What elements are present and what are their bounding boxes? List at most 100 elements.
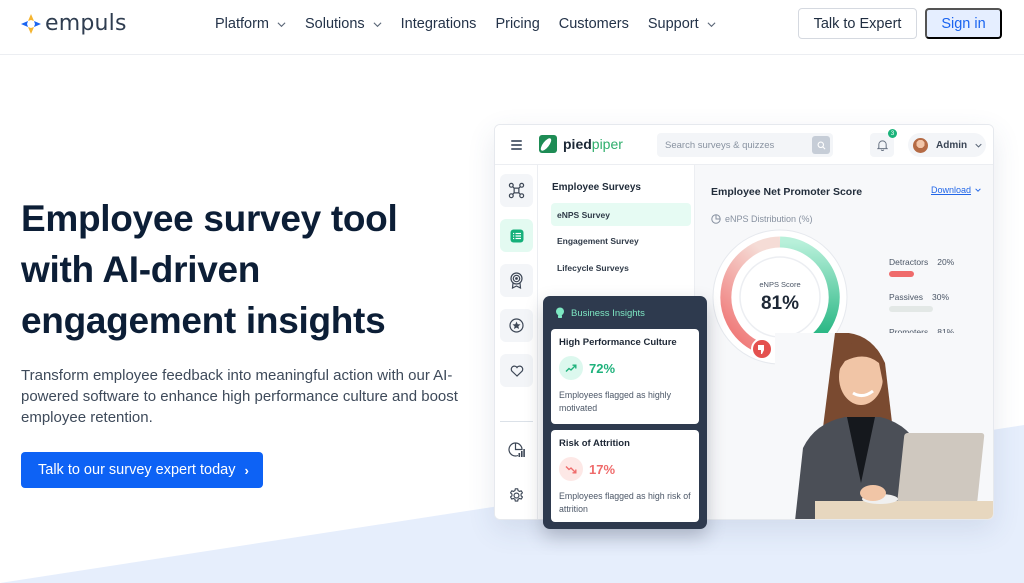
chevron-right-icon: › <box>244 462 249 478</box>
chevron-down-icon <box>975 143 982 148</box>
insight-description: Employees flagged as highly motivated <box>559 390 671 413</box>
brand-name: empuls <box>45 11 127 36</box>
rail-analytics[interactable] <box>500 433 533 466</box>
analytics-icon <box>508 442 525 457</box>
bar-name: Detractors <box>889 257 929 267</box>
search-icon <box>817 141 825 149</box>
rail-settings[interactable] <box>500 479 533 512</box>
nav-label: Integrations <box>400 16 477 32</box>
cta-label: Talk to our survey expert today <box>38 462 236 478</box>
brand-logo[interactable]: empuls <box>20 11 127 36</box>
business-insights-card: Business Insights High Performance Cultu… <box>543 296 707 529</box>
heart-icon <box>510 365 523 377</box>
diamond-compass-icon <box>21 13 41 34</box>
nav-platform[interactable]: Platform <box>215 16 286 32</box>
insight-value: 17% <box>589 462 616 477</box>
nav-support[interactable]: Support <box>648 16 716 32</box>
chevron-down-icon <box>707 21 716 27</box>
insights-header: Business Insights <box>555 307 645 319</box>
hero-title-line: Employee survey tool <box>21 198 398 239</box>
bar-value: 30% <box>932 292 950 302</box>
chevron-down-icon <box>975 188 981 192</box>
enps-panel: Employee Net Promoter Score Download eNP… <box>695 165 993 519</box>
rail-divider <box>500 421 533 422</box>
nav-customers[interactable]: Customers <box>559 16 629 32</box>
nav-label: Solutions <box>305 16 365 32</box>
user-menu[interactable]: Admin <box>908 133 986 157</box>
nav-label: Support <box>647 16 699 32</box>
employee-photo <box>775 333 993 519</box>
bell-icon <box>876 140 888 151</box>
star-badge-icon <box>509 318 524 333</box>
user-name: Admin <box>936 139 968 151</box>
survey-list-icon <box>510 229 523 242</box>
insight-title: High Performance Culture <box>559 337 677 348</box>
insight-value: 72% <box>589 361 616 376</box>
chevron-down-icon <box>277 21 286 27</box>
download-button[interactable]: Download <box>931 185 981 195</box>
bar-name: Passives <box>889 292 924 302</box>
insight-risk-of-attrition[interactable]: Risk of Attrition 17% Employees flagged … <box>551 430 699 522</box>
survey-item-engagement[interactable]: Engagement Survey <box>551 229 691 252</box>
avatar <box>913 137 928 153</box>
main-menu: Platform Solutions Integrations Pricing … <box>215 0 735 48</box>
search-box <box>657 133 833 157</box>
piedpiper-wordmark: piedpiper <box>563 136 623 152</box>
hero-title-line: with AI-driven <box>21 249 261 290</box>
icon-sidebar <box>495 165 538 519</box>
bar-label: Passives 30% <box>889 292 989 302</box>
network-icon <box>508 182 525 199</box>
bar-detractors: Detractors 20% <box>889 257 989 277</box>
sign-in-button[interactable]: Sign in <box>925 8 1002 39</box>
chevron-down-icon <box>373 21 382 27</box>
bar-value: 20% <box>937 257 955 267</box>
piedpiper-logo: piedpiper <box>539 135 623 153</box>
insights-title: Business Insights <box>571 307 645 319</box>
nav-integrations[interactable]: Integrations <box>401 16 477 32</box>
nav-solutions[interactable]: Solutions <box>305 16 382 32</box>
rail-recognition[interactable] <box>500 309 533 342</box>
gauge-label: eNPS Score <box>759 280 800 289</box>
search-button[interactable] <box>812 136 830 154</box>
search-input[interactable] <box>665 133 805 157</box>
survey-list-title: Employee Surveys <box>552 182 641 193</box>
nav-label: Platform <box>215 16 269 32</box>
nav-pricing[interactable]: Pricing <box>495 16 539 32</box>
app-header: piedpiper 3 Admin <box>495 125 993 165</box>
logo-prefix: pied <box>563 136 592 152</box>
logo-suffix: piper <box>591 136 623 152</box>
hero-title-line: engagement insights <box>21 300 386 341</box>
award-icon <box>510 272 523 289</box>
rail-network[interactable] <box>500 174 533 207</box>
rail-wellbeing[interactable] <box>500 354 533 387</box>
trend-up-icon <box>559 356 583 380</box>
settings-icon <box>509 488 524 502</box>
insight-high-performance[interactable]: High Performance Culture 72% Employees f… <box>551 329 699 424</box>
bar-passives: Passives 30% <box>889 292 989 312</box>
talk-to-survey-expert-button[interactable]: Talk to our survey expert today › <box>21 452 263 488</box>
pie-chart-icon <box>711 214 721 224</box>
hero-subtitle: Transform employee feedback into meaning… <box>21 367 458 426</box>
gauge-value: 81% <box>761 293 799 314</box>
thumbs-down-icon <box>751 338 773 360</box>
nav-label: Pricing <box>495 16 540 32</box>
hero-title: Employee survey tool with AI-driven enga… <box>21 193 481 346</box>
top-navigation: empuls Platform Solutions Integrations P… <box>0 0 1024 55</box>
insight-description: Employees flagged as high risk of attrit… <box>559 491 691 514</box>
bar-label: Detractors 20% <box>889 257 989 267</box>
nav-label: Customers <box>558 16 629 32</box>
rail-surveys[interactable] <box>500 219 533 252</box>
lightbulb-icon <box>556 307 564 318</box>
notification-count-badge: 3 <box>888 129 897 138</box>
insight-title: Risk of Attrition <box>559 438 630 449</box>
leaf-icon <box>539 135 557 153</box>
trend-down-icon <box>559 457 583 481</box>
rail-awards[interactable] <box>500 264 533 297</box>
talk-to-expert-button[interactable]: Talk to Expert <box>798 8 917 39</box>
distribution-label: eNPS Distribution (%) <box>711 214 813 224</box>
survey-item-lifecycle[interactable]: Lifecycle Surveys <box>551 256 691 279</box>
bar-fill <box>889 306 933 312</box>
distribution-text: eNPS Distribution (%) <box>725 214 813 224</box>
menu-icon[interactable] <box>511 140 522 150</box>
survey-item-enps[interactable]: eNPS Survey <box>551 203 691 226</box>
